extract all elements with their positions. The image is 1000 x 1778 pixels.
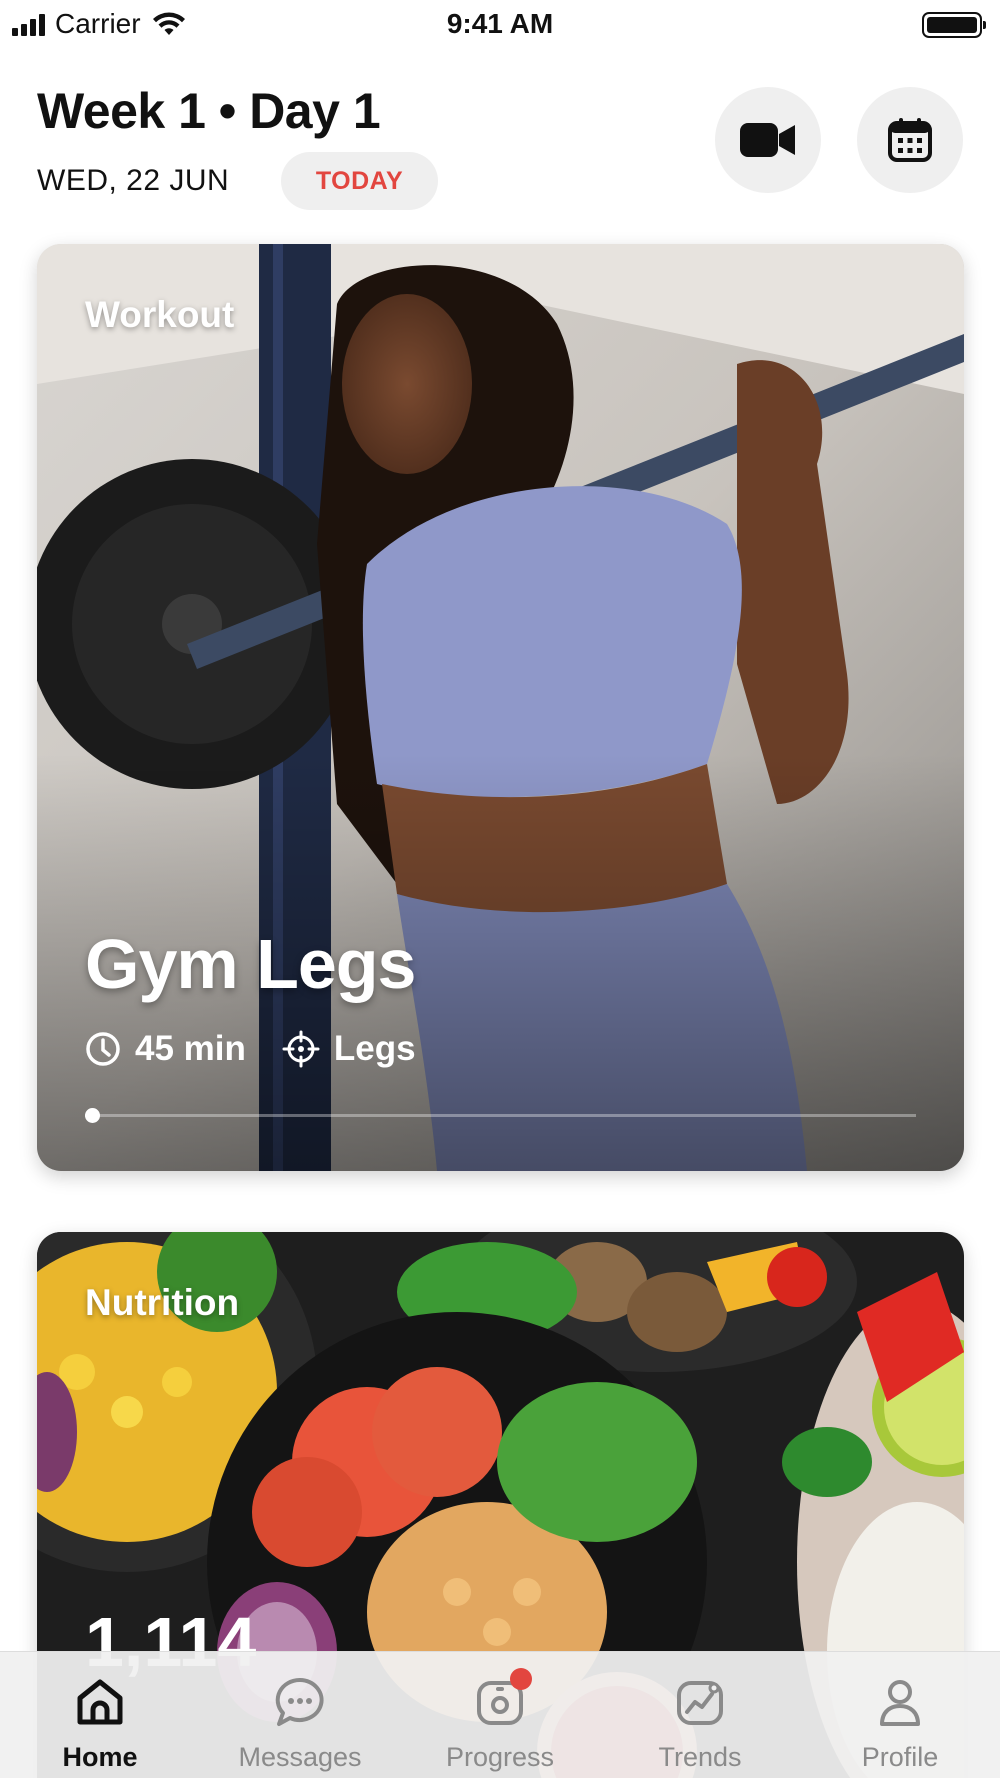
tab-trends-label: Trends	[658, 1742, 742, 1772]
workout-progress-dot	[85, 1108, 100, 1123]
tab-profile[interactable]: Profile	[800, 1652, 1000, 1778]
calendar-button[interactable]	[857, 87, 963, 193]
workout-progress-track	[85, 1114, 916, 1117]
workout-title: Gym Legs	[85, 925, 416, 1003]
status-bar: Carrier 9:41 AM	[0, 0, 1000, 50]
crosshair-icon	[282, 1030, 320, 1068]
page-title: Week 1 • Day 1	[37, 83, 381, 139]
workout-duration: 45 min	[85, 1029, 246, 1069]
tab-home-label: Home	[62, 1742, 138, 1772]
today-badge[interactable]: TODAY	[281, 152, 438, 210]
tab-progress-label: Progress	[445, 1742, 555, 1772]
workout-duration-text: 45 min	[135, 1029, 246, 1068]
tab-messages-label: Messages	[238, 1742, 362, 1772]
tab-progress[interactable]: Progress	[400, 1652, 600, 1778]
status-time: 9:41 AM	[446, 8, 554, 39]
clock-icon	[86, 1032, 120, 1066]
workout-target: Legs	[282, 1029, 416, 1069]
video-camera-icon	[740, 123, 795, 157]
video-button[interactable]	[715, 87, 821, 193]
workout-target-text: Legs	[333, 1029, 416, 1068]
tab-messages[interactable]: Messages	[200, 1652, 400, 1778]
day-header: Week 1 • Day 1 WED, 22 JUN TODAY	[0, 60, 1000, 230]
battery-icon	[922, 12, 986, 38]
progress-notification-badge	[510, 1668, 532, 1690]
trend-chart-icon	[677, 1681, 723, 1725]
chat-bubble-icon	[275, 1677, 324, 1726]
current-date: WED, 22 JUN	[37, 164, 230, 197]
nutrition-card-label: Nutrition	[85, 1282, 240, 1323]
workout-card[interactable]: Workout Gym Legs 45 min Legs	[37, 244, 964, 1171]
tab-trends[interactable]: Trends	[600, 1652, 800, 1778]
tab-bar: Home Messages Progress Trends Profile	[0, 1651, 1000, 1778]
workout-meta: 45 min Legs	[85, 1029, 452, 1069]
workout-card-label: Workout	[85, 294, 235, 335]
tab-profile-label: Profile	[861, 1742, 939, 1772]
person-icon	[880, 1680, 920, 1726]
tab-home[interactable]: Home	[0, 1652, 200, 1778]
calendar-icon	[888, 118, 932, 162]
home-icon	[77, 1679, 123, 1725]
